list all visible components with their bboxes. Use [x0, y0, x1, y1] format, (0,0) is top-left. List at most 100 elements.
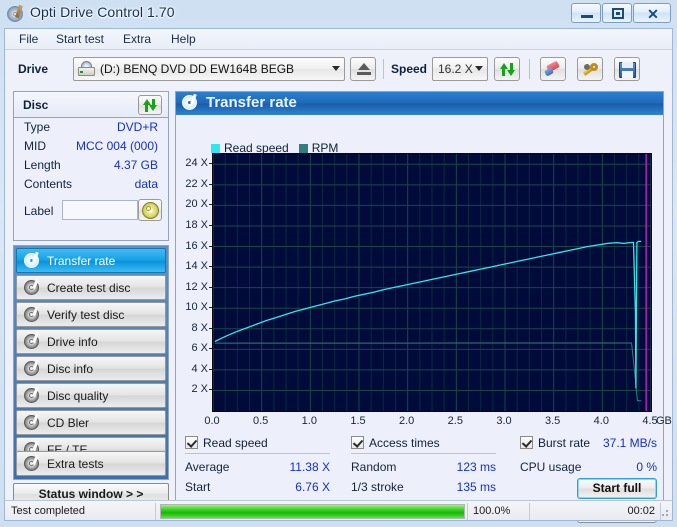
chart-x-tick: 3.5 — [545, 415, 561, 427]
chart-y-tick: 6 X — [191, 342, 208, 355]
status-divider — [467, 503, 468, 520]
disc-info-rows: Type DVD+R MID MCC 004 (000) Length 4.37… — [14, 119, 168, 226]
disc-label-button[interactable] — [138, 199, 162, 221]
chart-x-tick: 2.0 — [399, 415, 415, 427]
sidebar-item-disc-quality[interactable]: Disc quality — [16, 383, 166, 408]
menu-file[interactable]: File — [13, 32, 44, 47]
access-times-checkbox[interactable] — [351, 436, 364, 449]
chart-y-tick: 16 X — [185, 239, 208, 252]
progress-percent: 100.0% — [473, 505, 511, 517]
refresh-icon — [499, 61, 516, 78]
sidebar-item-label: Disc quality — [47, 389, 109, 403]
chart-x-tick: 0.0 — [204, 415, 220, 427]
refresh-speed-button[interactable] — [494, 57, 520, 81]
stat-key-average: Average — [185, 460, 230, 474]
chart-y-axis: 2 X 4 X 6 X 8 X 10 X 12 X 14 X 16 X 18 X 20 X 22 X… — [177, 137, 213, 433]
chart-x-tick: 2.5 — [447, 415, 463, 427]
drive-select-value: (D:) BENQ DVD DD EW164B BEGB — [100, 62, 295, 76]
speed-select[interactable]: 16.2 X — [432, 57, 488, 81]
close-button[interactable]: ✕ — [633, 3, 671, 23]
chart-y-tick: 4 X — [191, 362, 208, 375]
disc-icon — [182, 93, 198, 111]
disc-row-contents: Contents data — [14, 176, 168, 195]
stat-value-start: 6.76 X — [295, 480, 330, 494]
disc-icon — [24, 454, 41, 473]
chevron-down-icon — [332, 66, 340, 71]
sidebar-item-create-test-disc[interactable]: Create test disc — [16, 275, 166, 300]
stat-value-third-stroke: 135 ms — [456, 480, 496, 494]
disc-label-key: Label — [24, 204, 54, 218]
chart-x-tick: 4.0 — [593, 415, 609, 427]
read-speed-title: Read speed — [203, 436, 268, 450]
sidebar-item-label: Transfer rate — [47, 254, 116, 268]
disc-refresh-button[interactable] — [138, 95, 162, 115]
disc-row-value: 4.37 GB — [113, 158, 158, 172]
status-bar: Test completed 100.0% 00:02 — [4, 500, 673, 521]
sidebar-item-verify-test-disc[interactable]: Verify test disc — [16, 302, 166, 327]
sidebar-item-label: Disc info — [47, 362, 94, 376]
sidebar-item-label: Create test disc — [47, 281, 131, 295]
erase-disc-button[interactable] — [540, 57, 566, 81]
disc-panel-title: Disc — [23, 98, 49, 112]
sidebar-item-extra-tests[interactable]: Extra tests — [16, 451, 166, 476]
elapsed-time: 00:02 — [627, 505, 655, 517]
disc-row-type: Type DVD+R — [14, 119, 168, 138]
minimize-button[interactable] — [571, 3, 601, 23]
stat-value-average: 11.38 X — [289, 460, 330, 474]
burst-rate-checkbox[interactable] — [520, 436, 533, 449]
chart-y-tick: 10 X — [185, 301, 208, 314]
disc-row-mid: MID MCC 004 (000) — [14, 138, 168, 157]
disc-label-row: Label — [14, 198, 168, 226]
window-controls: ✕ — [571, 3, 671, 23]
menu-bar: File Start test Extra Help — [5, 29, 672, 50]
sidebar-item-disc-info[interactable]: Disc info — [16, 356, 166, 381]
wrench-icon — [582, 61, 600, 78]
minimize-icon — [581, 15, 593, 18]
sidebar-item-drive-info[interactable]: Drive info — [16, 329, 166, 354]
drive-icon — [78, 61, 95, 77]
cpu-usage-key: CPU usage — [520, 460, 582, 474]
disc-label-input[interactable] — [62, 200, 138, 220]
speed-label: Speed — [391, 62, 428, 76]
disc-row-key: Contents — [24, 177, 73, 191]
start-full-button[interactable]: Start full — [577, 478, 657, 499]
group-divider — [185, 453, 330, 454]
floppy-save-icon — [619, 62, 636, 78]
status-message: Test completed — [11, 505, 85, 517]
save-button[interactable] — [614, 57, 640, 81]
sidebar-item-transfer-rate[interactable]: Transfer rate — [16, 248, 166, 273]
menu-help[interactable]: Help — [165, 32, 202, 47]
cd-disc-icon — [142, 202, 159, 219]
app-window: Opti Drive Control 1.70 ✕ File Start tes… — [0, 0, 677, 527]
title-bar: Opti Drive Control 1.70 ✕ — [0, 0, 677, 28]
maximize-button[interactable] — [602, 3, 632, 23]
stat-value-random: 123 ms — [456, 460, 496, 474]
sidebar-item-cd-bler[interactable]: CD Bler — [16, 410, 166, 435]
tools-button[interactable] — [577, 57, 603, 81]
drive-label: Drive — [18, 62, 49, 76]
toolbar-separator — [529, 59, 530, 79]
disc-row-key: Type — [24, 120, 51, 134]
disc-icon — [24, 251, 41, 270]
chart-y-tick: 14 X — [185, 260, 208, 273]
close-icon: ✕ — [647, 6, 659, 22]
drive-select[interactable]: (D:) BENQ DVD DD EW164B BEGB — [73, 57, 345, 81]
resize-grip[interactable] — [659, 507, 669, 517]
chart-y-tick: 2 X — [191, 383, 208, 396]
disc-row-value: data — [134, 177, 158, 191]
menu-start-test[interactable]: Start test — [50, 32, 110, 47]
disc-row-value: MCC 004 (000) — [75, 139, 158, 153]
disc-row-key: MID — [24, 139, 46, 153]
group-divider — [351, 453, 496, 454]
page-title: Transfer rate — [206, 94, 297, 111]
status-divider — [529, 503, 530, 520]
progress-fill — [161, 505, 464, 518]
read-speed-checkbox[interactable] — [185, 436, 198, 449]
eject-button[interactable] — [350, 57, 376, 81]
chart-y-tick: 18 X — [185, 218, 208, 231]
menu-extra[interactable]: Extra — [117, 32, 157, 47]
disc-row-key: Length — [24, 158, 61, 172]
window-title: Opti Drive Control 1.70 — [30, 4, 175, 20]
toolbar: Drive (D:) BENQ DVD DD EW164B BEGB Speed… — [5, 51, 672, 89]
stat-key-random: Random — [351, 460, 397, 474]
